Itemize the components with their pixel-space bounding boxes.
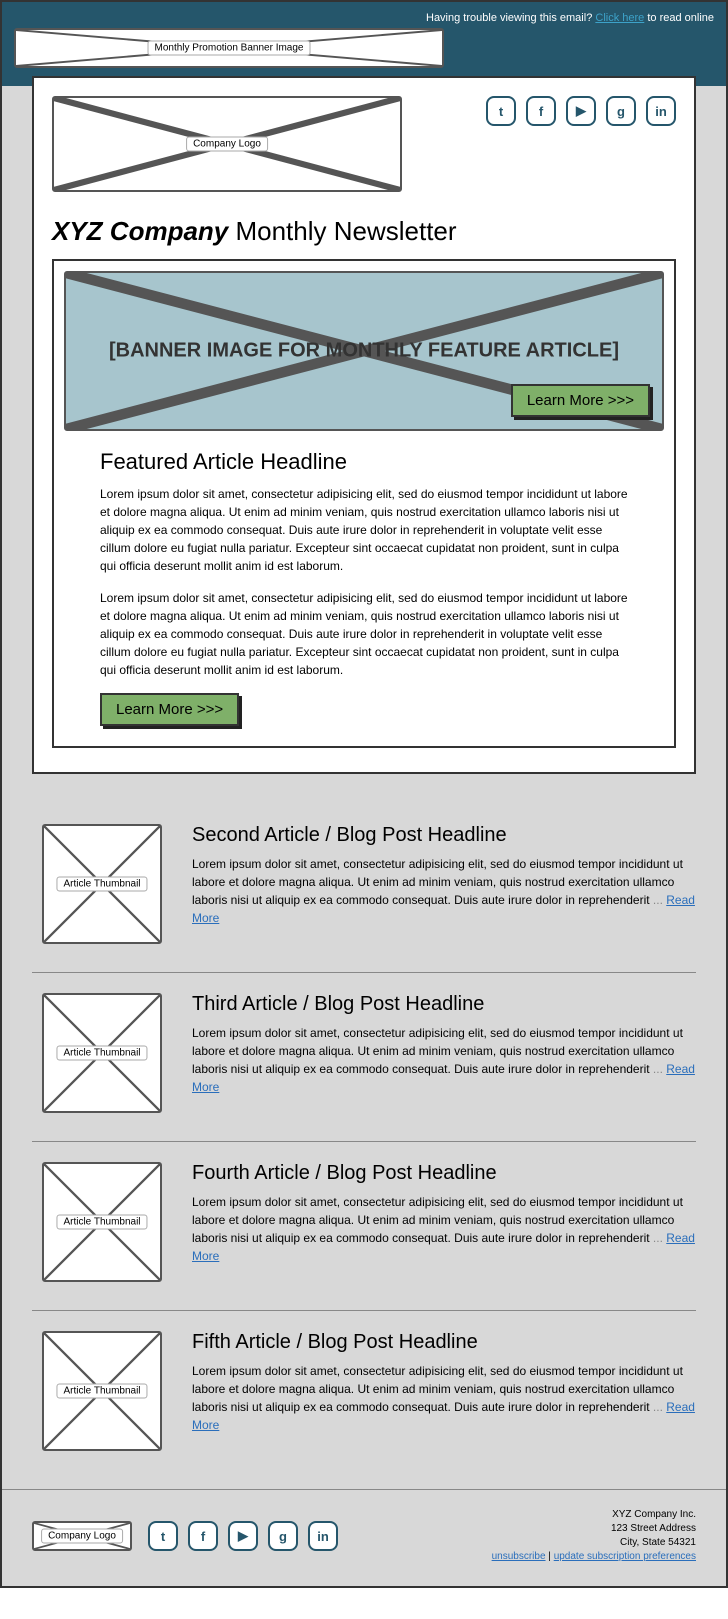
read-online-suffix: to read online bbox=[644, 12, 714, 24]
content-card: Company Logo t f ▶ g in XYZ Company Mont… bbox=[32, 76, 696, 774]
footer: Company Logo t f ▶ g in XYZ Company Inc.… bbox=[2, 1489, 726, 1586]
article-headline: Third Article / Blog Post Headline bbox=[192, 993, 696, 1016]
article-list: Article Thumbnail Second Article / Blog … bbox=[2, 784, 726, 1489]
company-logo-label: Company Logo bbox=[186, 137, 268, 152]
unsubscribe-link[interactable]: unsubscribe bbox=[492, 1551, 546, 1562]
article-thumbnail-label: Article Thumbnail bbox=[56, 1384, 147, 1399]
google-icon[interactable]: g bbox=[268, 1521, 298, 1551]
article-body: Second Article / Blog Post Headline Lore… bbox=[192, 824, 696, 944]
article-excerpt: Lorem ipsum dolor sit amet, consectetur … bbox=[192, 1193, 696, 1265]
ellipsis: ... bbox=[653, 1062, 666, 1076]
footer-logo-label: Company Logo bbox=[41, 1529, 123, 1544]
linkedin-icon[interactable]: in bbox=[308, 1521, 338, 1551]
article-item: Article Thumbnail Fourth Article / Blog … bbox=[32, 1142, 696, 1311]
update-preferences-link[interactable]: update subscription preferences bbox=[554, 1551, 696, 1562]
article-excerpt: Lorem ipsum dolor sit amet, consectetur … bbox=[192, 1024, 696, 1096]
facebook-icon[interactable]: f bbox=[188, 1521, 218, 1551]
company-name: XYZ Company bbox=[52, 216, 228, 246]
article-excerpt-text: Lorem ipsum dolor sit amet, consectetur … bbox=[192, 1026, 683, 1076]
click-here-link[interactable]: Click here bbox=[595, 12, 644, 24]
footer-logo[interactable]: Company Logo bbox=[32, 1521, 132, 1551]
article-item: Article Thumbnail Third Article / Blog P… bbox=[32, 973, 696, 1142]
article-headline: Fifth Article / Blog Post Headline bbox=[192, 1331, 696, 1354]
footer-company: XYZ Company Inc. bbox=[492, 1508, 696, 1522]
feature-box: [BANNER IMAGE FOR MONTHLY FEATURE ARTICL… bbox=[52, 259, 676, 748]
promo-banner-image[interactable]: Monthly Promotion Banner Image bbox=[14, 28, 444, 68]
article-thumbnail-label: Article Thumbnail bbox=[56, 877, 147, 892]
youtube-icon[interactable]: ▶ bbox=[566, 96, 596, 126]
twitter-icon[interactable]: t bbox=[148, 1521, 178, 1551]
article-thumbnail-label: Article Thumbnail bbox=[56, 1046, 147, 1061]
newsletter-page: Having trouble viewing this email? Click… bbox=[0, 0, 728, 1588]
ellipsis: ... bbox=[653, 893, 666, 907]
view-online-note: Having trouble viewing this email? Click… bbox=[14, 12, 714, 24]
feature-paragraph-2: Lorem ipsum dolor sit amet, consectetur … bbox=[100, 589, 628, 679]
feature-learn-more-button[interactable]: Learn More >>> bbox=[100, 693, 239, 726]
company-logo[interactable]: Company Logo bbox=[52, 96, 402, 192]
linkedin-icon[interactable]: in bbox=[646, 96, 676, 126]
top-strip: Having trouble viewing this email? Click… bbox=[2, 2, 726, 86]
facebook-icon[interactable]: f bbox=[526, 96, 556, 126]
feature-headline: Featured Article Headline bbox=[100, 449, 628, 475]
article-excerpt-text: Lorem ipsum dolor sit amet, consectetur … bbox=[192, 1364, 683, 1414]
feature-banner-text: [BANNER IMAGE FOR MONTHLY FEATURE ARTICL… bbox=[109, 340, 619, 363]
feature-paragraph-1: Lorem ipsum dolor sit amet, consectetur … bbox=[100, 485, 628, 575]
footer-address2: City, State 54321 bbox=[492, 1536, 696, 1550]
youtube-icon[interactable]: ▶ bbox=[228, 1521, 258, 1551]
footer-sep: | bbox=[546, 1551, 554, 1562]
ellipsis: ... bbox=[653, 1400, 666, 1414]
article-excerpt: Lorem ipsum dolor sit amet, consectetur … bbox=[192, 1362, 696, 1434]
google-icon[interactable]: g bbox=[606, 96, 636, 126]
feature-text: Featured Article Headline Lorem ipsum do… bbox=[64, 431, 664, 726]
social-row-footer: t f ▶ g in bbox=[148, 1521, 338, 1551]
article-thumbnail-label: Article Thumbnail bbox=[56, 1215, 147, 1230]
trouble-text: Having trouble viewing this email? bbox=[426, 12, 592, 24]
article-body: Third Article / Blog Post Headline Lorem… bbox=[192, 993, 696, 1113]
header-row: Company Logo t f ▶ g in bbox=[52, 96, 676, 192]
article-thumbnail[interactable]: Article Thumbnail bbox=[42, 1162, 162, 1282]
article-body: Fourth Article / Blog Post Headline Lore… bbox=[192, 1162, 696, 1282]
footer-address1: 123 Street Address bbox=[492, 1522, 696, 1536]
newsletter-title: XYZ Company Monthly Newsletter bbox=[52, 216, 676, 247]
feature-banner-learn-more-button[interactable]: Learn More >>> bbox=[511, 384, 650, 417]
article-thumbnail[interactable]: Article Thumbnail bbox=[42, 1331, 162, 1451]
article-thumbnail[interactable]: Article Thumbnail bbox=[42, 824, 162, 944]
ellipsis: ... bbox=[653, 1231, 666, 1245]
article-excerpt-text: Lorem ipsum dolor sit amet, consectetur … bbox=[192, 857, 683, 907]
footer-address: XYZ Company Inc. 123 Street Address City… bbox=[492, 1508, 696, 1564]
article-headline: Second Article / Blog Post Headline bbox=[192, 824, 696, 847]
article-item: Article Thumbnail Second Article / Blog … bbox=[32, 804, 696, 973]
article-excerpt-text: Lorem ipsum dolor sit amet, consectetur … bbox=[192, 1195, 683, 1245]
article-headline: Fourth Article / Blog Post Headline bbox=[192, 1162, 696, 1185]
article-excerpt: Lorem ipsum dolor sit amet, consectetur … bbox=[192, 855, 696, 927]
promo-banner-label: Monthly Promotion Banner Image bbox=[148, 41, 311, 56]
article-thumbnail[interactable]: Article Thumbnail bbox=[42, 993, 162, 1113]
article-body: Fifth Article / Blog Post Headline Lorem… bbox=[192, 1331, 696, 1451]
social-row-header: t f ▶ g in bbox=[486, 96, 676, 126]
twitter-icon[interactable]: t bbox=[486, 96, 516, 126]
article-item: Article Thumbnail Fifth Article / Blog P… bbox=[32, 1311, 696, 1479]
title-suffix: Monthly Newsletter bbox=[228, 216, 456, 246]
feature-banner-image[interactable]: [BANNER IMAGE FOR MONTHLY FEATURE ARTICL… bbox=[64, 271, 664, 431]
